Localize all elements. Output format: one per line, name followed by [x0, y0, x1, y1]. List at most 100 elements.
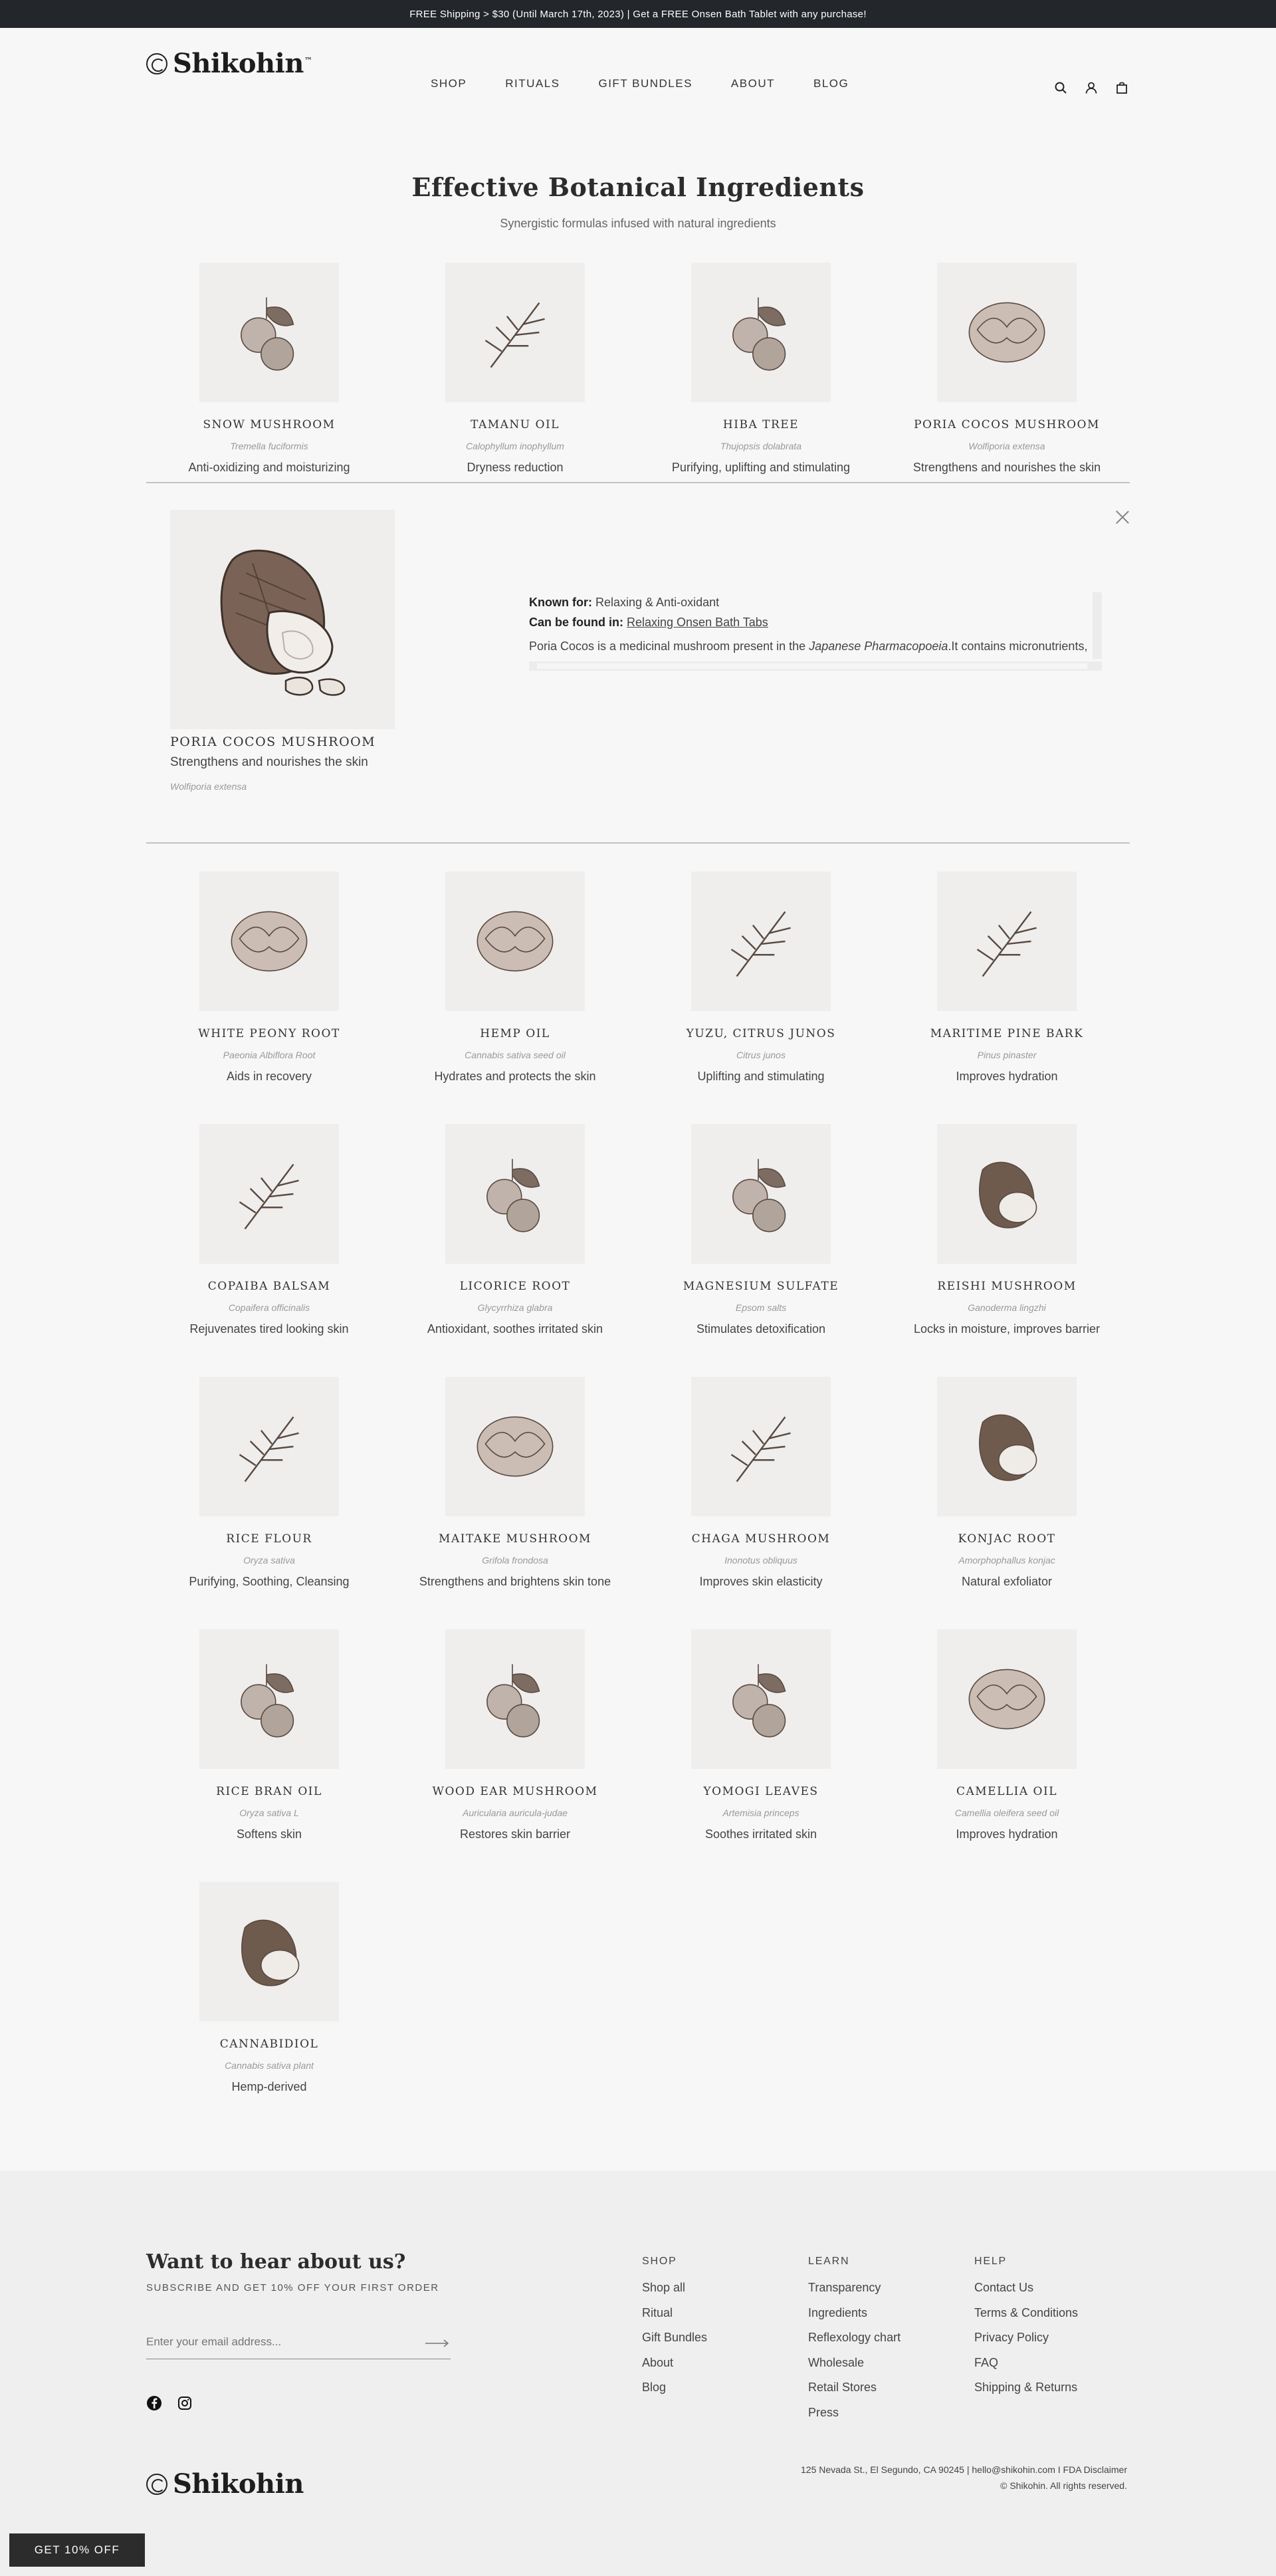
- dropper-illustration[interactable]: [199, 1882, 339, 2022]
- promo-button[interactable]: GET 10% OFF: [9, 2533, 145, 2567]
- footer-link-gift-bundles[interactable]: Gift Bundles: [642, 2325, 707, 2351]
- footer-link-transparency[interactable]: Transparency: [808, 2276, 901, 2301]
- pine-bark-illustration[interactable]: [937, 872, 1077, 1011]
- ingredient-benefit: Dryness reduction: [467, 461, 564, 474]
- tamanu-fruit-illustration[interactable]: [445, 263, 585, 402]
- ingredient-card[interactable]: RICE FLOUR Oryza sativa Purifying, Soothin…: [146, 1377, 392, 1629]
- footer-link-ingredients[interactable]: Ingredients: [808, 2301, 901, 2326]
- ingredient-name: CAMELLIA OIL: [956, 1785, 1058, 1798]
- brand-name: Shikohin™: [173, 48, 312, 79]
- ingredient-card[interactable]: SNOW MUSHROOM Tremella fuciformis Anti-oxi…: [146, 263, 392, 482]
- ingredient-latin-name: Paeonia Albiflora Root: [223, 1050, 316, 1060]
- footer-link-about[interactable]: About: [642, 2351, 707, 2376]
- ingredient-card[interactable]: RICE BRAN OIL Oryza sativa L Softens skin: [146, 1629, 392, 1882]
- ingredient-card[interactable]: PORIA COCOS MUSHROOM Wolfiporia extensa St…: [884, 263, 1130, 482]
- nav-blog[interactable]: BLOG: [813, 77, 849, 90]
- ingredient-card[interactable]: COPAIBA BALSAM Copaifera officinalis Rejuv…: [146, 1124, 392, 1377]
- footer-link-terms[interactable]: Terms & Conditions: [974, 2301, 1078, 2326]
- camellia-illustration[interactable]: [937, 1629, 1077, 1769]
- ingredient-card[interactable]: CHAGA MUSHROOM Inonotus obliquus Improves …: [638, 1377, 884, 1629]
- ingredient-name: WHITE PEONY ROOT: [198, 1027, 340, 1040]
- reishi-illustration[interactable]: [937, 1124, 1077, 1264]
- footer-meta: 125 Nevada St., El Segundo, CA 90245 | h…: [801, 2462, 1127, 2494]
- ingredient-benefit: Softens skin: [236, 1827, 302, 1841]
- footer-link-blog[interactable]: Blog: [642, 2375, 707, 2400]
- snow-mushroom-illustration[interactable]: [199, 263, 339, 402]
- rice-bran-oil-illustration[interactable]: [199, 1629, 339, 1769]
- yuzu-illustration[interactable]: [691, 872, 831, 1011]
- nav-rituals[interactable]: RITUALS: [505, 77, 560, 90]
- brand-logo[interactable]: Shikohin™: [146, 48, 312, 79]
- detail-info-box[interactable]: Known for: Relaxing & Anti-oxidant Can b…: [529, 592, 1102, 659]
- rice-bowl-illustration[interactable]: [199, 1377, 339, 1516]
- nav-gift-bundles[interactable]: GIFT BUNDLES: [598, 77, 692, 90]
- close-icon[interactable]: [1115, 510, 1130, 525]
- main-nav: SHOP RITUALS GIFT BUNDLES ABOUT BLOG: [431, 77, 887, 90]
- poria-cocos-illustration[interactable]: [937, 263, 1077, 402]
- ingredient-card[interactable]: YOMOGI LEAVES Artemisia princeps Soothes i…: [638, 1629, 884, 1882]
- bag-icon[interactable]: [1115, 81, 1128, 94]
- announcement-bar: FREE Shipping > $30 (Until March 17th, 2…: [0, 0, 1276, 28]
- licorice-root-illustration[interactable]: [445, 1124, 585, 1264]
- ingredient-card[interactable]: HIBA TREE Thujopsis dolabrata Purifying, u…: [638, 263, 884, 482]
- ingredient-card[interactable]: CAMELLIA OIL Camellia oleifera seed oil Im…: [884, 1629, 1130, 1882]
- email-input[interactable]: [146, 2333, 412, 2349]
- konjac-illustration[interactable]: [937, 1377, 1077, 1516]
- footer-heading: HELP: [974, 2256, 1007, 2267]
- ingredient-card[interactable]: CANNABIDIOL Cannabis sativa plant Hemp-der…: [146, 1882, 392, 2135]
- ingredient-name: WOOD EAR MUSHROOM: [432, 1785, 598, 1798]
- ingredient-name: LICORICE ROOT: [459, 1280, 571, 1293]
- chaga-illustration[interactable]: [691, 1377, 831, 1516]
- footer-link-privacy[interactable]: Privacy Policy: [974, 2325, 1078, 2351]
- detail-name: PORIA COCOS MUSHROOM: [170, 735, 376, 749]
- ingredient-name: TAMANU OIL: [471, 418, 560, 431]
- poria-cocos-illustration: [170, 510, 395, 729]
- nav-about[interactable]: ABOUT: [731, 77, 775, 90]
- arrow-right-icon[interactable]: [424, 2338, 451, 2349]
- ingredient-card[interactable]: MARITIME PINE BARK Pinus pinaster Improves…: [884, 872, 1130, 1124]
- horizontal-scrollbar[interactable]: [529, 661, 1102, 671]
- account-icon[interactable]: [1085, 81, 1098, 94]
- ingredient-card[interactable]: HEMP OIL Cannabis sativa seed oil Hydrates…: [392, 872, 638, 1124]
- ingredient-card[interactable]: MAITAKE MUSHROOM Grifola frondosa Strength…: [392, 1377, 638, 1629]
- ingredient-card[interactable]: KONJAC ROOT Amorphophallus konjac Natural …: [884, 1377, 1130, 1629]
- yomogi-illustration[interactable]: [691, 1629, 831, 1769]
- hiba-branch-illustration[interactable]: [691, 263, 831, 402]
- footer-link-wholesale[interactable]: Wholesale: [808, 2351, 901, 2376]
- ingredient-benefit: Anti-oxidizing and moisturizing: [188, 461, 350, 474]
- ingredient-name: RICE FLOUR: [226, 1532, 312, 1546]
- footer-link-faq[interactable]: FAQ: [974, 2351, 1078, 2376]
- epsom-salt-illustration[interactable]: [691, 1124, 831, 1264]
- wood-ear-illustration[interactable]: [445, 1629, 585, 1769]
- ingredient-card[interactable]: WOOD EAR MUSHROOM Auricularia auricula-ju…: [392, 1629, 638, 1882]
- footer-link-shop-all[interactable]: Shop all: [642, 2276, 707, 2301]
- ingredient-card[interactable]: YUZU, CITRUS JUNOS Citrus junos Uplifting …: [638, 872, 884, 1124]
- search-icon[interactable]: [1054, 81, 1067, 94]
- footer-column-shop: SHOP Shop all Ritual Gift Bundles About …: [642, 2256, 707, 2400]
- ingredient-benefit: Hydrates and protects the skin: [434, 1070, 596, 1083]
- ingredient-card[interactable]: TAMANU OIL Calophyllum inophyllum Dryness …: [392, 263, 638, 482]
- ingredient-latin-name: Thujopsis dolabrata: [720, 441, 802, 451]
- ingredient-benefit: Improves hydration: [956, 1070, 1058, 1083]
- ingredient-latin-name: Wolfiporia extensa: [968, 441, 1045, 451]
- instagram-icon[interactable]: [177, 2395, 193, 2411]
- footer-logo[interactable]: Shikohin: [146, 2468, 304, 2500]
- footer-link-ritual[interactable]: Ritual: [642, 2301, 707, 2326]
- hemp-leaf-illustration[interactable]: [445, 872, 585, 1011]
- ingredient-benefit: Uplifting and stimulating: [697, 1070, 825, 1083]
- facebook-icon[interactable]: [146, 2395, 162, 2411]
- ingredient-card[interactable]: REISHI MUSHROOM Ganoderma lingzhi Locks in…: [884, 1124, 1130, 1377]
- found-in-link[interactable]: Relaxing Onsen Bath Tabs: [627, 616, 768, 629]
- ingredient-card[interactable]: MAGNESIUM SULFATE Epsom salts Stimulates d…: [638, 1124, 884, 1377]
- maitake-illustration[interactable]: [445, 1377, 585, 1516]
- footer-link-retail-stores[interactable]: Retail Stores: [808, 2375, 901, 2400]
- footer-link-contact[interactable]: Contact Us: [974, 2276, 1078, 2301]
- copaiba-resin-illustration[interactable]: [199, 1124, 339, 1264]
- ingredient-card[interactable]: LICORICE ROOT Glycyrrhiza glabra Antioxida…: [392, 1124, 638, 1377]
- footer-link-shipping[interactable]: Shipping & Returns: [974, 2375, 1078, 2400]
- nav-shop[interactable]: SHOP: [431, 77, 467, 90]
- ingredient-card[interactable]: WHITE PEONY ROOT Paeonia Albiflora Root Ai…: [146, 872, 392, 1124]
- footer-link-reflexology[interactable]: Reflexology chart: [808, 2325, 901, 2351]
- footer-link-press[interactable]: Press: [808, 2400, 901, 2426]
- peony-root-illustration[interactable]: [199, 872, 339, 1011]
